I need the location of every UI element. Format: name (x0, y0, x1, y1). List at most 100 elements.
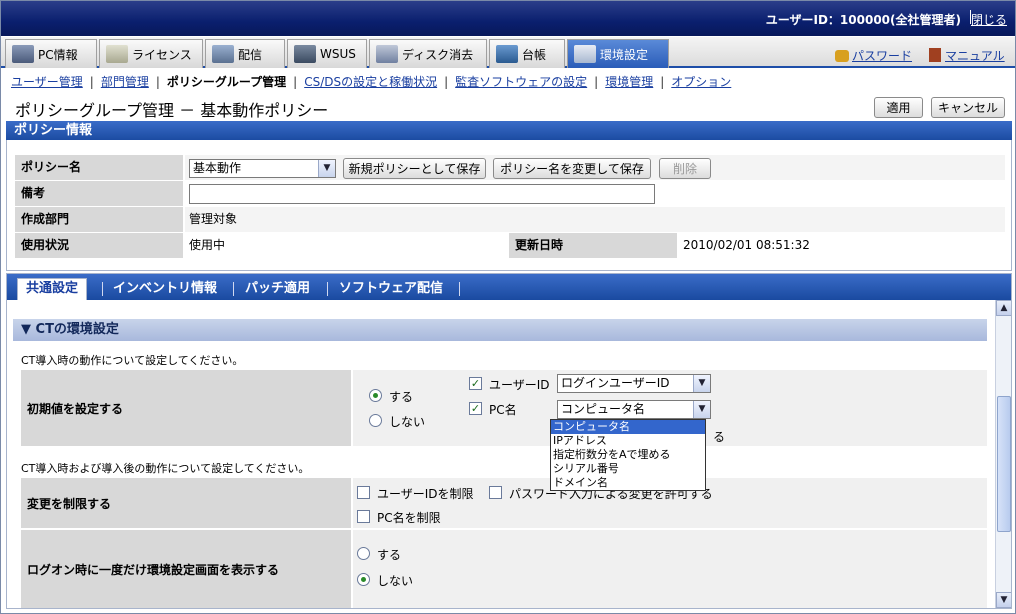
tab-label: PC情報 (38, 47, 78, 62)
subnav-dept-management[interactable]: 部門管理 (101, 75, 149, 89)
pcname-label: PC名 (489, 403, 517, 417)
restrict-userid-label: ユーザーIDを制限 (377, 487, 474, 501)
vertical-scrollbar[interactable]: ▲ ▼ (995, 300, 1011, 608)
restrict-pcname-label: PC名を制限 (377, 511, 441, 525)
dropdown-option[interactable]: 指定桁数分をAで埋める (551, 448, 705, 462)
logon-yes-radio[interactable] (357, 547, 370, 560)
initial-no-radio[interactable] (369, 414, 382, 427)
updated-value: 2010/02/01 08:51:32 (679, 233, 1005, 258)
close-link[interactable]: 閉じる (971, 11, 1007, 28)
policy-info-panel: ポリシー名 基本動作 ▼ 新規ポリシーとして保存 ポリシー名を変更して保存 削除… (6, 140, 1012, 271)
allow-password-checkbox[interactable] (489, 486, 502, 499)
delivery-icon (212, 45, 234, 63)
logon-row: ログオン時に一度だけ環境設定画面を表示する する しない (21, 530, 987, 608)
memo-row: 備考 (15, 181, 1005, 206)
logon-label: ログオン時に一度だけ環境設定画面を表示する (21, 530, 351, 608)
tab-label: 配信 (238, 47, 263, 62)
userid-select-value: ログインユーザーID (561, 376, 670, 390)
policy-name-row: ポリシー名 基本動作 ▼ 新規ポリシーとして保存 ポリシー名を変更して保存 削除 (15, 155, 1005, 180)
password-link[interactable]: パスワード (835, 47, 912, 64)
logon-cell (353, 530, 987, 608)
logon-yes-label: する (377, 548, 402, 562)
divider: | (89, 75, 94, 89)
logon-no-label: しない (377, 574, 414, 588)
password-link-label: パスワード (852, 49, 913, 63)
pc-icon (12, 45, 34, 63)
divider (459, 282, 460, 296)
pcname-checkbox[interactable]: ✓ (469, 402, 482, 415)
logon-no-radio[interactable] (357, 573, 370, 586)
tab-delivery[interactable]: 配信 (205, 39, 285, 68)
status-value: 使用中 (185, 233, 503, 258)
policy-name-label: ポリシー名 (15, 155, 183, 180)
tab-common-settings[interactable]: 共通設定 (17, 278, 88, 300)
chevron-down-icon: ▼ (318, 160, 335, 177)
save-as-new-button[interactable]: 新規ポリシーとして保存 (343, 158, 486, 179)
subnav-csds[interactable]: CS/DSの設定と稼働状況 (304, 75, 437, 89)
manual-link[interactable]: マニュアル (929, 47, 1005, 64)
subnav-user-management[interactable]: ユーザー管理 (11, 75, 83, 89)
tab-pc-info[interactable]: PC情報 (5, 39, 97, 68)
initial-yes-radio[interactable] (369, 389, 382, 402)
dropdown-option[interactable]: ドメイン名 (551, 476, 705, 490)
tab-patch[interactable]: パッチ適用 (237, 279, 318, 299)
subnav-policy-group[interactable]: ポリシーグループ管理 (167, 75, 286, 89)
wsus-icon (294, 45, 316, 63)
restrict-userid-checkbox[interactable] (357, 486, 370, 499)
dropdown-option[interactable]: IPアドレス (551, 434, 705, 448)
tab-license[interactable]: ライセンス (99, 39, 203, 68)
tools-icon (574, 45, 596, 63)
divider (102, 282, 103, 296)
userid-checkbox[interactable]: ✓ (469, 377, 482, 390)
chevron-down-icon: ▼ (693, 375, 710, 392)
initial-value-row: 初期値を設定する する しない ✓ ユーザーID ログインユーザーID ▼ ✓ … (21, 370, 987, 446)
pcname-select[interactable]: コンピュータ名 ▼ (557, 400, 711, 419)
dept-row: 作成部門 管理対象 (15, 207, 1005, 232)
apply-button[interactable]: 適用 (874, 97, 923, 118)
restrict-pcname-checkbox[interactable] (357, 510, 370, 523)
delete-button[interactable]: 削除 (659, 158, 711, 179)
subnav-environment[interactable]: 環境管理 (605, 75, 653, 89)
tab-label: ライセンス (132, 47, 192, 62)
scroll-up-icon[interactable]: ▲ (996, 300, 1011, 316)
userid-select[interactable]: ログインユーザーID ▼ (557, 374, 711, 393)
dropdown-option[interactable]: シリアル番号 (551, 462, 705, 476)
subnav-options[interactable]: オプション (671, 75, 731, 89)
app-window: ユーザーID：100000(全社管理者) 閉じる PC情報 ライセンス 配信 W… (0, 0, 1016, 614)
tab-environment[interactable]: 環境設定 (567, 39, 669, 68)
tab-label: 環境設定 (600, 47, 649, 62)
tab-label: WSUS (320, 47, 356, 61)
ct-note-after-install: CT導入時および導入後の動作について設定してください。 (21, 462, 310, 475)
dropdown-option[interactable]: コンピュータ名 (551, 420, 705, 434)
scroll-down-icon[interactable]: ▼ (996, 592, 1011, 608)
divider: | (444, 75, 449, 89)
tab-wsus[interactable]: WSUS (287, 39, 367, 68)
tab-inventory[interactable]: インベントリ情報 (105, 279, 225, 299)
tab-disk-erase[interactable]: ディスク消去 (369, 39, 487, 68)
memo-input[interactable] (189, 184, 655, 204)
scroll-thumb[interactable] (997, 396, 1011, 532)
divider (233, 282, 234, 296)
divider (327, 282, 328, 296)
updated-label: 更新日時 (509, 233, 677, 258)
ct-settings-header[interactable]: ▼ CTの環境設定 (13, 319, 987, 341)
chevron-down-icon: ▼ (693, 401, 710, 418)
policy-info-header: ポリシー情報 (6, 121, 1012, 141)
dept-value: 管理対象 (185, 207, 1005, 232)
ct-note-install: CT導入時の動作について設定してください。 (21, 354, 244, 367)
cancel-button[interactable]: キャンセル (931, 97, 1005, 118)
tab-ledger[interactable]: 台帳 (489, 39, 565, 68)
tab-label: ディスク消去 (402, 47, 474, 62)
tab-software-delivery[interactable]: ソフトウェア配信 (331, 279, 451, 299)
initial-yes-label: する (389, 390, 414, 404)
subnav-audit-software[interactable]: 監査ソフトウェアの設定 (455, 75, 587, 89)
main-tab-bar: PC情報 ライセンス 配信 WSUS ディスク消去 台帳 環境設定 パスワード (1, 37, 1015, 68)
memo-label: 備考 (15, 181, 183, 206)
sub-navigation: ユーザー管理 | 部門管理 | ポリシーグループ管理 | CS/DSの設定と稼働状況 | 監査ソ… (1, 70, 1015, 92)
policy-name-select[interactable]: 基本動作 ▼ (189, 159, 336, 178)
license-icon (106, 45, 128, 63)
restrict-label: 変更を制限する (21, 478, 351, 528)
pcname-select-value: コンピュータ名 (561, 402, 646, 416)
rename-save-button[interactable]: ポリシー名を変更して保存 (493, 158, 651, 179)
initial-value-label: 初期値を設定する (21, 370, 351, 446)
